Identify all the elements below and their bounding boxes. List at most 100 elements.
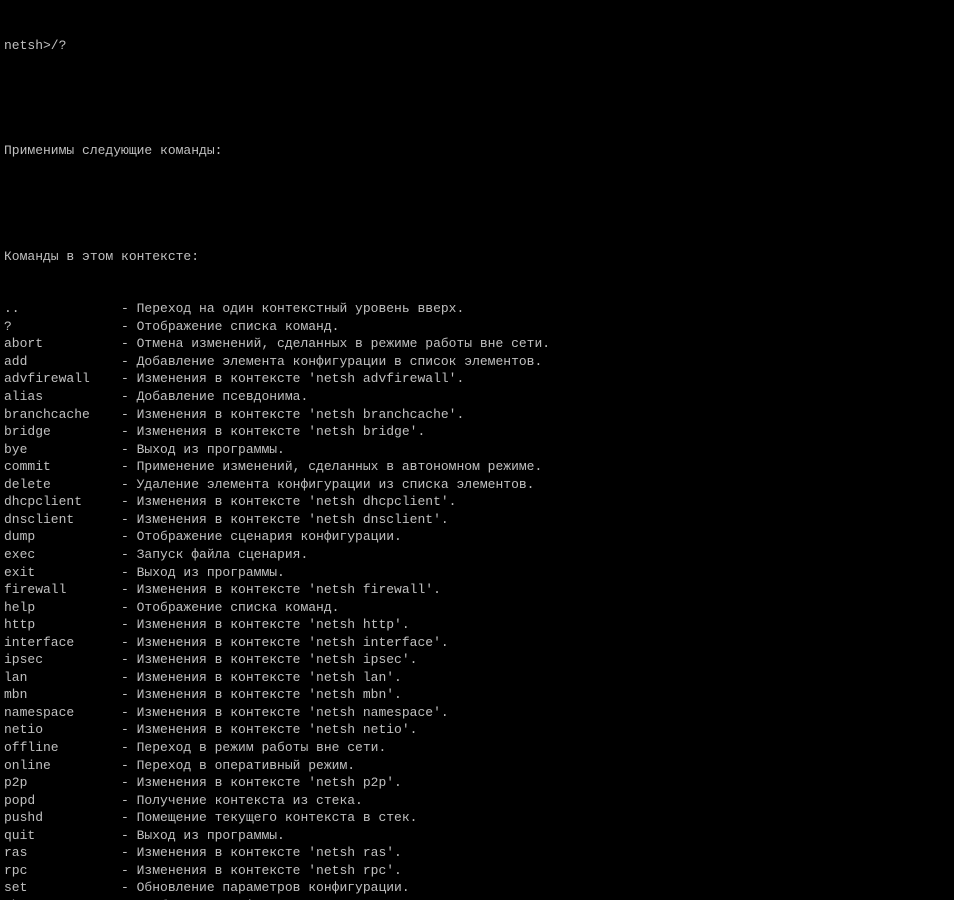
command-name: firewall <box>4 581 121 599</box>
command-name: delete <box>4 476 121 494</box>
command-row: firewall- Изменения в контексте 'netsh f… <box>4 581 950 599</box>
heading-context: Команды в этом контексте: <box>4 248 950 266</box>
command-row: http- Изменения в контексте 'netsh http'… <box>4 616 950 634</box>
command-row: commit- Применение изменений, сделанных … <box>4 458 950 476</box>
command-description: - Обновление параметров конфигурации. <box>121 879 410 897</box>
command-name: online <box>4 757 121 775</box>
command-description: - Добавление псевдонима. <box>121 388 308 406</box>
terminal-output[interactable]: netsh>/? Применимы следующие команды: Ко… <box>0 0 954 900</box>
command-name: .. <box>4 300 121 318</box>
command-name: exit <box>4 564 121 582</box>
command-row: abort- Отмена изменений, сделанных в реж… <box>4 335 950 353</box>
command-name: interface <box>4 634 121 652</box>
command-description: - Изменения в контексте 'netsh branchcac… <box>121 406 464 424</box>
command-description: - Изменения в контексте 'netsh mbn'. <box>121 686 402 704</box>
command-description: - Изменения в контексте 'netsh ipsec'. <box>121 651 417 669</box>
command-row: exec- Запуск файла сценария. <box>4 546 950 564</box>
command-row: ?- Отображение списка команд. <box>4 318 950 336</box>
command-description: - Переход в оперативный режим. <box>121 757 355 775</box>
command-name: bye <box>4 441 121 459</box>
command-row: help- Отображение списка команд. <box>4 599 950 617</box>
command-row: dhcpclient- Изменения в контексте 'netsh… <box>4 493 950 511</box>
command-description: - Переход в режим работы вне сети. <box>121 739 386 757</box>
command-row: exit- Выход из программы. <box>4 564 950 582</box>
command-row: online- Переход в оперативный режим. <box>4 757 950 775</box>
command-name: namespace <box>4 704 121 722</box>
command-description: - Выход из программы. <box>121 441 285 459</box>
command-description: - Удаление элемента конфигурации из спис… <box>121 476 534 494</box>
command-row: popd- Получение контекста из стека. <box>4 792 950 810</box>
command-description: - Изменения в контексте 'netsh advfirewa… <box>121 370 464 388</box>
command-row: dnsclient- Изменения в контексте 'netsh … <box>4 511 950 529</box>
command-description: - Отображение списка команд. <box>121 318 339 336</box>
command-name: ipsec <box>4 651 121 669</box>
command-name: mbn <box>4 686 121 704</box>
heading-applicable: Применимы следующие команды: <box>4 142 950 160</box>
blank-line <box>4 90 950 108</box>
blank-line <box>4 195 950 213</box>
command-row: quit- Выход из программы. <box>4 827 950 845</box>
command-row: ..- Переход на один контекстный уровень … <box>4 300 950 318</box>
command-description: - Получение контекста из стека. <box>121 792 363 810</box>
command-description: - Изменения в контексте 'netsh http'. <box>121 616 410 634</box>
command-description: - Отображение сценария конфигурации. <box>121 528 402 546</box>
command-name: ras <box>4 844 121 862</box>
command-row: ipsec- Изменения в контексте 'netsh ipse… <box>4 651 950 669</box>
command-description: - Изменения в контексте 'netsh namespace… <box>121 704 449 722</box>
command-row: rpc- Изменения в контексте 'netsh rpc'. <box>4 862 950 880</box>
command-description: - Отображение списка команд. <box>121 599 339 617</box>
command-name: branchcache <box>4 406 121 424</box>
command-name: rpc <box>4 862 121 880</box>
command-list: ..- Переход на один контекстный уровень … <box>4 300 950 900</box>
command-row: bye- Выход из программы. <box>4 441 950 459</box>
command-name: commit <box>4 458 121 476</box>
command-name: set <box>4 879 121 897</box>
command-description: - Выход из программы. <box>121 827 285 845</box>
command-description: - Отмена изменений, сделанных в режиме р… <box>121 335 550 353</box>
command-name: help <box>4 599 121 617</box>
command-description: - Изменения в контексте 'netsh dnsclient… <box>121 511 449 529</box>
command-row: namespace- Изменения в контексте 'netsh … <box>4 704 950 722</box>
command-row: delete- Удаление элемента конфигурации и… <box>4 476 950 494</box>
command-name: dnsclient <box>4 511 121 529</box>
command-description: - Изменения в контексте 'netsh rpc'. <box>121 862 402 880</box>
prompt-line: netsh>/? <box>4 37 950 55</box>
command-description: - Изменения в контексте 'netsh lan'. <box>121 669 402 687</box>
command-row: set- Обновление параметров конфигурации. <box>4 879 950 897</box>
command-row: branchcache- Изменения в контексте 'nets… <box>4 406 950 424</box>
command-row: add- Добавление элемента конфигурации в … <box>4 353 950 371</box>
command-name: exec <box>4 546 121 564</box>
command-row: mbn- Изменения в контексте 'netsh mbn'. <box>4 686 950 704</box>
command-description: - Изменения в контексте 'netsh interface… <box>121 634 449 652</box>
command-name: quit <box>4 827 121 845</box>
command-row: netio- Изменения в контексте 'netsh neti… <box>4 721 950 739</box>
command-description: - Добавление элемента конфигурации в спи… <box>121 353 542 371</box>
command-row: interface- Изменения в контексте 'netsh … <box>4 634 950 652</box>
command-description: - Изменения в контексте 'netsh netio'. <box>121 721 417 739</box>
command-row: bridge- Изменения в контексте 'netsh bri… <box>4 423 950 441</box>
command-row: ras- Изменения в контексте 'netsh ras'. <box>4 844 950 862</box>
command-row: lan- Изменения в контексте 'netsh lan'. <box>4 669 950 687</box>
command-description: - Изменения в контексте 'netsh p2p'. <box>121 774 402 792</box>
command-description: - Выход из программы. <box>121 564 285 582</box>
command-description: - Переход на один контекстный уровень вв… <box>121 300 464 318</box>
command-name: advfirewall <box>4 370 121 388</box>
command-name: ? <box>4 318 121 336</box>
command-description: - Изменения в контексте 'netsh dhcpclien… <box>121 493 456 511</box>
command-row: advfirewall- Изменения в контексте 'nets… <box>4 370 950 388</box>
command-description: - Применение изменений, сделанных в авто… <box>121 458 542 476</box>
command-name: lan <box>4 669 121 687</box>
command-row: p2p- Изменения в контексте 'netsh p2p'. <box>4 774 950 792</box>
command-name: dump <box>4 528 121 546</box>
command-name: netio <box>4 721 121 739</box>
command-name: pushd <box>4 809 121 827</box>
command-row: alias- Добавление псевдонима. <box>4 388 950 406</box>
command-description: - Запуск файла сценария. <box>121 546 308 564</box>
command-description: - Изменения в контексте 'netsh bridge'. <box>121 423 425 441</box>
command-row: offline- Переход в режим работы вне сети… <box>4 739 950 757</box>
command-name: http <box>4 616 121 634</box>
command-name: offline <box>4 739 121 757</box>
command-name: alias <box>4 388 121 406</box>
command-name: bridge <box>4 423 121 441</box>
command-description: - Изменения в контексте 'netsh firewall'… <box>121 581 441 599</box>
